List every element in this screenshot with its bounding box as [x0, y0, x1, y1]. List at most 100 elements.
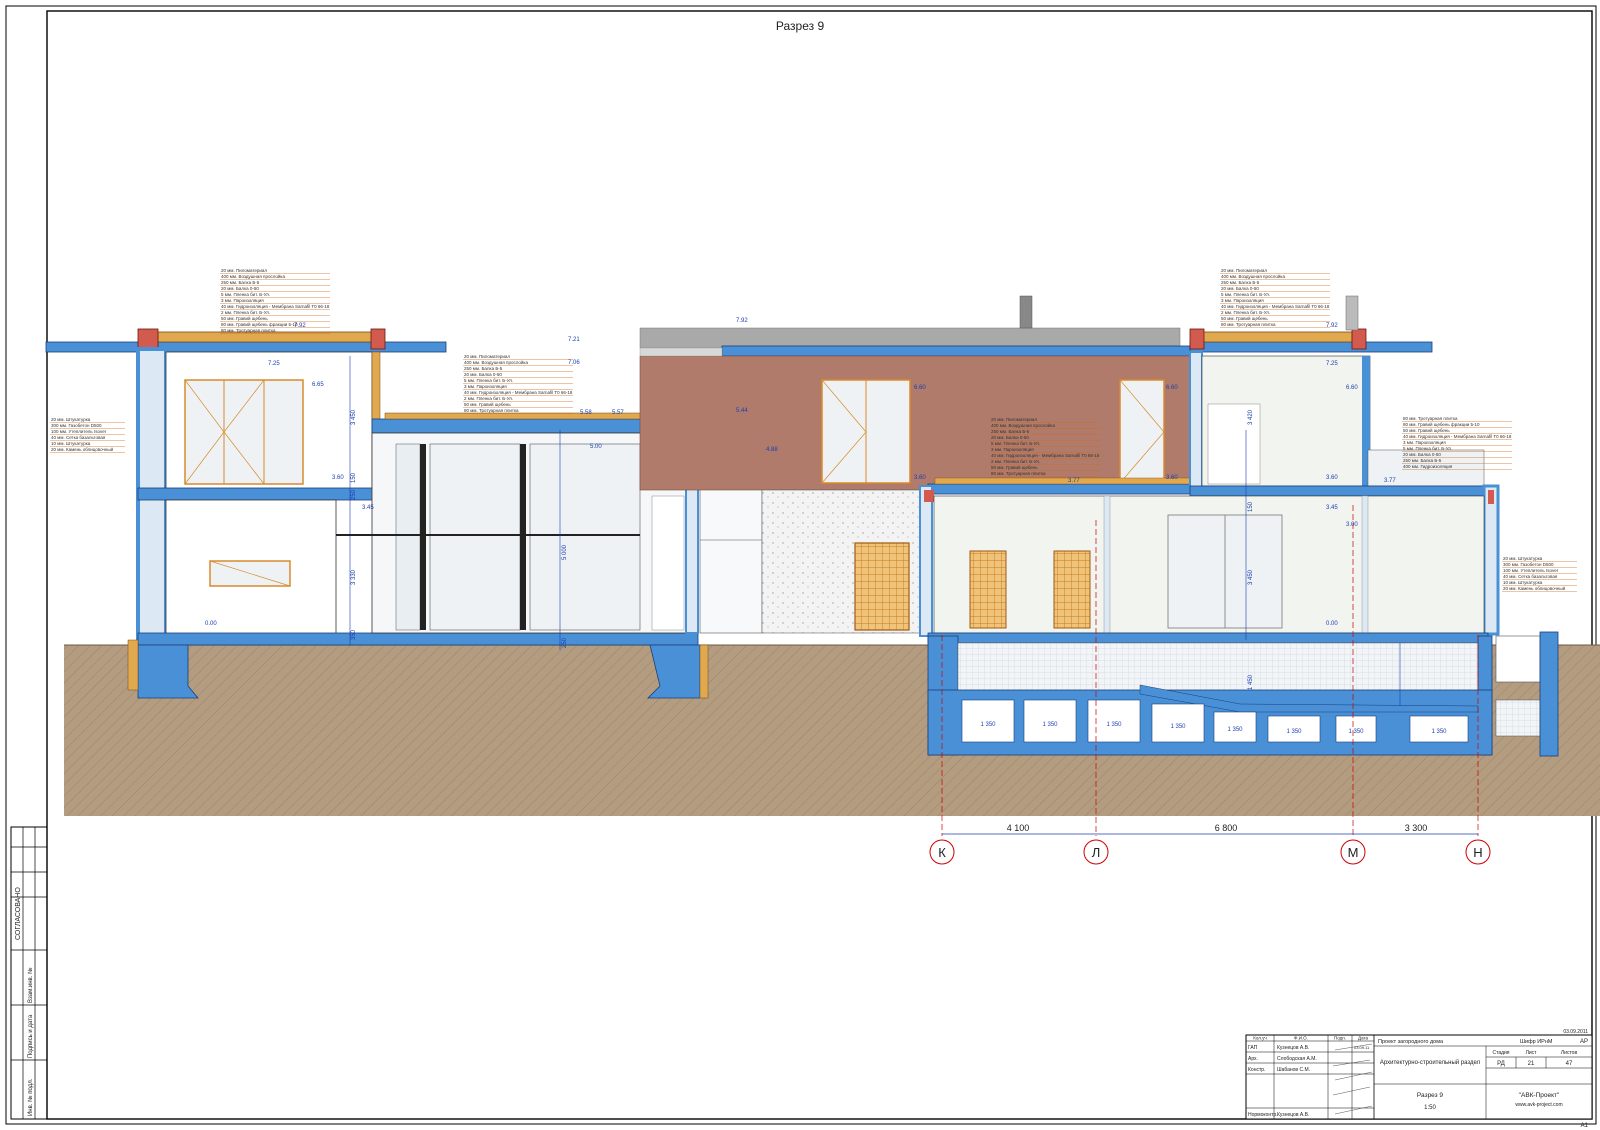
row-role: Арх.: [1248, 1056, 1258, 1062]
spec-line: 400 мм. Воздушная прослойка: [464, 359, 528, 365]
level-mark: 7.92: [736, 318, 748, 324]
sheets-value: 47: [1566, 1061, 1573, 1067]
spec-line: 40 мм. Гидроизоляция - Мембрана Sarnafil…: [1403, 434, 1512, 439]
interior-door-2: [1053, 550, 1091, 629]
spec-line: 80 мм. Тротуарная плитка: [1403, 416, 1458, 421]
level-mark: 5.44: [736, 408, 748, 414]
header-sign: Подп.: [1334, 1036, 1346, 1041]
spec-line: 400 мм. Гидроизоляция: [1403, 464, 1453, 469]
row-role: Нормоконтр.: [1248, 1112, 1278, 1118]
spec-line: 40 мм. Гидроизоляция - Мембрана Sarnafil…: [1221, 304, 1330, 309]
left-floor-slab: [137, 487, 379, 501]
central-roof-grey: [639, 327, 1181, 349]
spec-line: 400 мм. Воздушная прослойка: [991, 422, 1055, 428]
spec-line: 20 мм. Балка 0-50: [991, 435, 1029, 440]
spec-line: 250 мм. Балка Б-5: [221, 280, 260, 285]
side-stamp: СОГЛАСОВАНО Взам.инв. № Подпись и дата И…: [10, 826, 48, 1120]
spec-line: 40 мм. Гидроизоляция - Мембрана Sarnafil…: [221, 304, 330, 309]
middle-glazing-1: [429, 443, 521, 631]
level-mark: 5.58: [580, 410, 592, 416]
spec-line: 50 мм. Гравий щебень: [1221, 315, 1268, 321]
roof-spec-middle: 20 мм. Пиломатериал400 мм. Воздушная про…: [463, 354, 573, 414]
company-site: www.avk-project.com: [1515, 1102, 1562, 1108]
spec-line: 3 мм. Пароизоляция: [1221, 298, 1264, 303]
spec-line: 20 мм. Пиломатериал: [464, 354, 510, 359]
spec-line: 20 мм. Балка 0-50: [221, 286, 259, 291]
entrance-door: [854, 542, 910, 631]
spec-line: 80 мм. Гравий щебень фракции 5-10: [221, 321, 298, 327]
central-window-right: [1119, 379, 1165, 484]
stage-label: Стадия: [1492, 1050, 1509, 1056]
spec-line: 3 мм. Пароизоляция: [991, 447, 1034, 452]
left-roof-slab: [45, 341, 447, 353]
level-mark: 3.45: [362, 505, 374, 511]
spec-line: 100 мм. Утеплитель Isover: [1503, 568, 1559, 573]
spec-line: 5 мм. Пленка бит. Б-Ул.: [991, 441, 1040, 446]
spec-line: 5 мм. Пленка бит. Б-Ул.: [1403, 446, 1452, 451]
axis-label: Л: [1092, 845, 1101, 860]
spec-line: 20 мм. Штукатурка: [1503, 556, 1543, 561]
date-label: 03.09.2011: [1563, 1029, 1588, 1035]
left-ground-slab: [137, 632, 699, 646]
level-mark: 3.77: [1068, 478, 1080, 484]
left-parapet-brick-r: [370, 328, 386, 350]
sheets-label: Листов: [1561, 1050, 1578, 1056]
spec-line: 20 мм. Балка 0-50: [1403, 452, 1441, 457]
dim-height: 3 450: [351, 409, 357, 425]
row-role: ГАП: [1248, 1045, 1258, 1051]
left-upper-window: [184, 379, 304, 485]
dimension-label: 4 100: [1007, 823, 1030, 833]
spec-line: 20 мм. Пиломатериал: [991, 417, 1037, 422]
spec-line: 250 мм. Балка Б-5: [1221, 280, 1260, 285]
left-parapet-brick-l: [137, 328, 159, 350]
spec-line: 5 мм. Пленка бит. Б-Ул.: [221, 292, 270, 297]
section-name: Архитектурно-строительный раздел: [1380, 1059, 1481, 1066]
spec-line: 5 мм. Пленка бит. Б-Ул.: [1221, 292, 1270, 297]
spec-line: 400 мм. Воздушная прослойка: [1221, 273, 1285, 279]
axis-label: К: [938, 845, 946, 860]
spec-line: 2 мм. Пленка бит. Б-Ул.: [1221, 310, 1270, 315]
row-date: 03.09.11: [1354, 1045, 1370, 1050]
right-outer-wall: [1482, 484, 1500, 636]
spec-line: 2 мм. Пленка бит. Б-Ул.: [221, 310, 270, 315]
right-ground-slab: [927, 632, 1489, 644]
span-label: 1 350: [1170, 724, 1186, 730]
project-name: Проект загородного дома: [1378, 1039, 1444, 1045]
header-date: Дата: [1358, 1036, 1368, 1041]
right-floor-slab: [1189, 485, 1487, 497]
dim-height: 1 450: [1248, 674, 1254, 690]
level-mark: 6.60: [1346, 385, 1358, 391]
dimension-label: 6 800: [1215, 823, 1238, 833]
dim-thickness: 250: [351, 489, 357, 500]
level-mark: 3.60: [914, 475, 926, 481]
wall-spec-left: 20 мм. Штукатурка300 мм. Газобетон D5001…: [50, 417, 125, 453]
sign-date-label: Подпись и дата: [28, 1014, 34, 1058]
row-name: Кузнецов А.В.: [1277, 1112, 1309, 1118]
company-name: "АВК-Проект": [1519, 1092, 1560, 1099]
spec-line: 40 мм. Гидроизоляция - Мембрана Sarnafil…: [464, 390, 573, 395]
drawing-title: Разрез 9: [776, 19, 825, 33]
header-role: Кол.уч: [1253, 1036, 1267, 1041]
spec-line: 50 мм. Гравий щебень: [464, 401, 511, 407]
spec-line: 10 мм. Штукатурка: [51, 441, 91, 446]
level-mark: 3.45: [1326, 505, 1338, 511]
spec-line: 250 мм. Балка Б-5: [1403, 458, 1442, 463]
spec-line: 40 мм. Гидроизоляция - Мембрана Sarnafil…: [991, 453, 1100, 458]
spec-line: 250 мм. Балка Б-5: [464, 366, 503, 371]
level-mark: 5.57: [612, 410, 624, 416]
span-label: 1 350: [1106, 722, 1122, 728]
row-role: Констр.: [1248, 1067, 1265, 1073]
title-block: 03.09.2011 Кол.уч Ф.И.О. Подп. Дата ГАП …: [1245, 1029, 1593, 1129]
spec-line: 10 мм. Штукатурка: [1503, 580, 1543, 585]
approved-label: СОГЛАСОВАНО: [15, 887, 22, 940]
spec-line: 300 мм. Газобетон D500: [1503, 562, 1554, 567]
row-name: Кузнецов А.В.: [1277, 1045, 1309, 1051]
replace-inv-label: Взам.инв. №: [27, 967, 34, 1003]
roof-spec-left: 20 мм. Пиломатериал400 мм. Воздушная про…: [220, 268, 330, 334]
level-mark: 4.88: [766, 447, 778, 453]
inv-no-label: Инв. № подл.: [27, 1078, 34, 1116]
spec-line: 5 мм. Пленка бит. Б-Ул.: [464, 378, 513, 383]
span-label: 1 350: [980, 722, 996, 728]
span-label: 1 350: [1227, 727, 1243, 733]
row-name: Слободская А.М.: [1277, 1056, 1317, 1062]
